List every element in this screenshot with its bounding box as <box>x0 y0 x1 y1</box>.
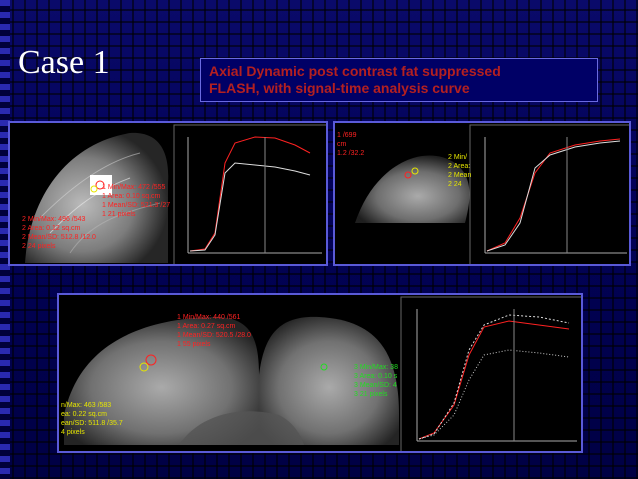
header-line-2: FLASH, with signal-time analysis curve <box>209 80 470 96</box>
mri-panel-1: 1 Min/Max: 472 /555 1 Area: 0.10 sq.cm 1… <box>8 121 328 266</box>
roi1-stats: 1 Min/Max: 472 /555 1 Area: 0.10 sq.cm 1… <box>102 183 170 219</box>
roi1-stats-panel3: 1 Min/Max: 440 /561 1 Area: 0.27 sq.cm 1… <box>177 313 251 349</box>
roi2-stats-panel2: 2 Min/ 2 Area: 2 Mean 2 24 <box>448 153 471 189</box>
header-line-1: Axial Dynamic post contrast fat suppress… <box>209 63 501 79</box>
roi1-partial-3: 1.2 /32.2 <box>337 150 365 157</box>
roi3-area-p3: 3 Area: 0.10 s <box>354 373 398 380</box>
roi1-stats-panel2: 1 /699 cm 1.2 /32.2 <box>337 131 364 158</box>
mri-panel-3: 1 Min/Max: 440 /561 1 Area: 0.27 sq.cm 1… <box>57 293 583 453</box>
roi2-stats-panel3: n/Max: 463 /583 ea: 0.22 sq.cm ean/SD: 5… <box>61 401 123 437</box>
roi3-meansd-p3: 3 Mean/SD: 4 <box>354 382 397 389</box>
roi2-minmax-p3: n/Max: 463 /583 <box>61 402 112 409</box>
roi1-partial-1: 1 /699 <box>337 132 357 139</box>
header-box: Axial Dynamic post contrast fat suppress… <box>200 58 598 102</box>
roi1-pixels-p3: 1 55 pixels <box>177 341 211 348</box>
roi1-partial-2: cm <box>337 141 347 148</box>
header-text: Axial Dynamic post contrast fat suppress… <box>209 63 593 97</box>
roi2-stats: 2 Min/Max: 496 /543 2 Area: 0.12 sq.cm 2… <box>22 215 96 251</box>
roi2-pixels: 2 24 pixels <box>22 243 56 250</box>
roi2-partial-2: 2 Area: <box>448 163 471 170</box>
roi2-minmax: 2 Min/Max: 496 /543 <box>22 216 86 223</box>
roi2-partial-1: 2 Min/ <box>448 154 468 161</box>
roi2-area-p3: ea: 0.22 sq.cm <box>61 411 107 418</box>
roi1-meansd: 1 Mean/SD: 521.3 /27 <box>102 202 171 209</box>
roi1-meansd-p3: 1 Mean/SD: 520.5 /28.0 <box>177 332 251 339</box>
roi3-stats-panel3: 3 Min/Max: 38 3 Area: 0.10 s 3 Mean/SD: … <box>354 363 398 399</box>
roi1-minmax-p3: 1 Min/Max: 440 /561 <box>177 314 241 321</box>
roi1-pixels: 1 21 pixels <box>102 211 136 218</box>
roi2-partial-4: 2 24 <box>448 181 462 188</box>
roi2-area: 2 Area: 0.12 sq.cm <box>22 225 81 232</box>
roi1-area-p3: 1 Area: 0.27 sq.cm <box>177 323 236 330</box>
roi3-minmax-p3: 3 Min/Max: 38 <box>354 364 398 371</box>
mri-panel-2: 1 /699 cm 1.2 /32.2 2 Min/ 2 Area: 2 Mea… <box>333 121 631 266</box>
roi1-minmax: 1 Min/Max: 472 /555 <box>102 184 166 191</box>
roi3-pixels-p3: 3 21 pixels <box>354 391 388 398</box>
roi2-pixels-p3: 4 pixels <box>61 429 85 436</box>
mri-image-2 <box>335 123 629 264</box>
roi2-meansd: 2 Mean/SD: 512.8 /12.0 <box>22 234 96 241</box>
roi2-partial-3: 2 Mean <box>448 172 472 179</box>
case-title: Case 1 <box>18 44 110 81</box>
mri-image-3 <box>59 295 581 451</box>
roi2-meansd-p3: ean/SD: 511.8 /35.7 <box>61 420 123 427</box>
roi1-area: 1 Area: 0.10 sq.cm <box>102 193 161 200</box>
